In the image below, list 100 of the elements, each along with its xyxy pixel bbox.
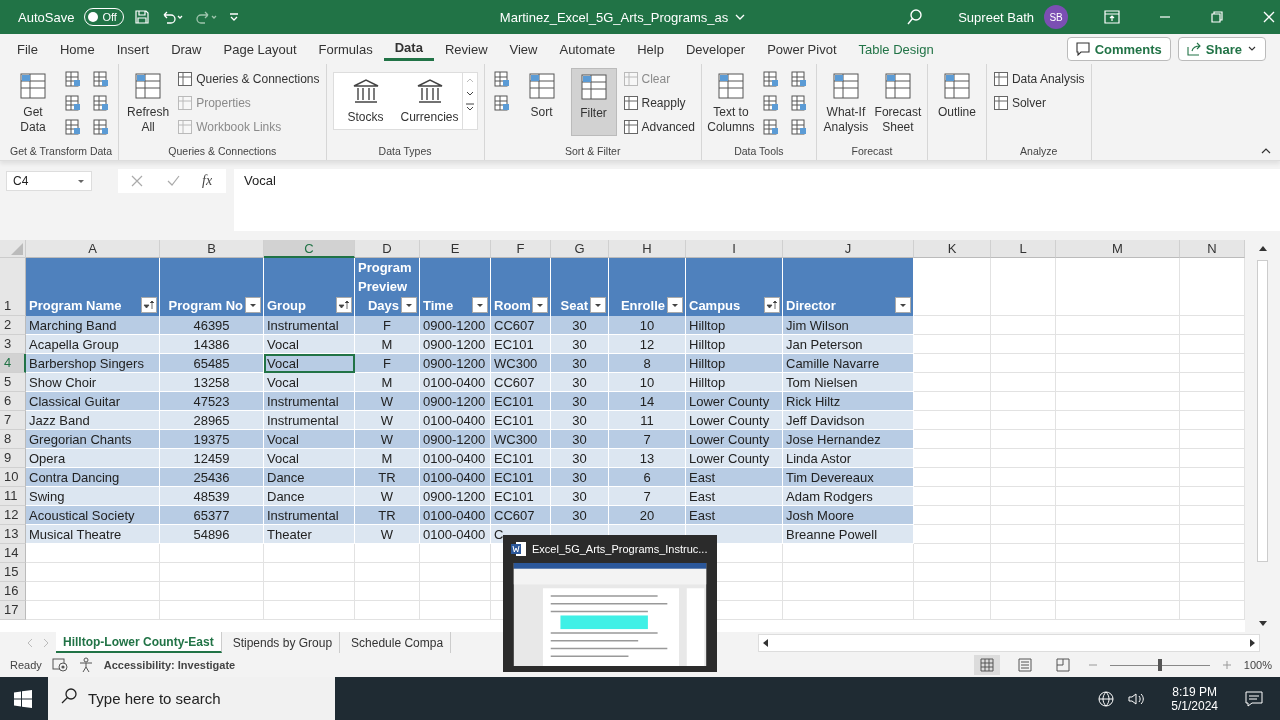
row-header[interactable]: 14 (0, 544, 26, 563)
filter-button[interactable] (141, 297, 157, 313)
share-button[interactable]: Share (1177, 37, 1266, 61)
ribbon-command[interactable]: Filter (570, 68, 617, 136)
row-header[interactable]: 8 (0, 430, 26, 449)
filter-button[interactable] (895, 297, 911, 313)
empty-cell[interactable] (991, 411, 1056, 430)
select-all-icon[interactable] (11, 243, 23, 255)
empty-cell[interactable] (1056, 601, 1180, 620)
normal-view-icon[interactable] (973, 655, 1000, 675)
empty-cell[interactable] (420, 544, 491, 563)
empty-cell[interactable] (1056, 258, 1180, 316)
filter-button[interactable] (590, 297, 606, 313)
empty-cell[interactable] (783, 582, 914, 601)
ribbon-display-icon[interactable] (1104, 10, 1121, 24)
empty-cell[interactable] (991, 335, 1056, 354)
macro-record-icon[interactable] (51, 658, 68, 672)
empty-cell[interactable] (783, 544, 914, 563)
empty-cell[interactable] (160, 601, 264, 620)
redo-icon[interactable] (193, 9, 218, 25)
column-header[interactable]: D (355, 240, 420, 258)
accessibility-status[interactable]: Accessibility: Investigate (103, 659, 236, 671)
ribbon-tab[interactable]: File (6, 36, 49, 62)
ribbon-tab[interactable]: Review (433, 36, 499, 62)
empty-cell[interactable] (914, 563, 991, 582)
column-header[interactable]: C (264, 240, 355, 258)
ribbon-command[interactable]: Advanced (622, 116, 695, 138)
customize-icon[interactable] (227, 11, 240, 23)
filter-button[interactable] (764, 297, 780, 313)
empty-cell[interactable] (1056, 335, 1180, 354)
zoom-level[interactable]: 100% (1243, 659, 1272, 671)
empty-cell[interactable] (1056, 430, 1180, 449)
empty-cell[interactable] (991, 316, 1056, 335)
collapse-ribbon-icon[interactable] (1260, 146, 1272, 156)
ribbon-tab[interactable]: Table Design (847, 36, 945, 62)
search-icon[interactable] (906, 8, 925, 26)
empty-cell[interactable] (991, 525, 1056, 544)
empty-cell[interactable] (1056, 373, 1180, 392)
empty-cell[interactable] (264, 544, 355, 563)
empty-cell[interactable] (420, 582, 491, 601)
column-header[interactable]: M (1056, 240, 1180, 258)
empty-cell[interactable] (914, 601, 991, 620)
accessibility-icon[interactable] (77, 657, 94, 673)
close-icon[interactable] (1262, 10, 1277, 24)
empty-cell[interactable] (1056, 563, 1180, 582)
empty-cell[interactable] (991, 373, 1056, 392)
cancel-icon[interactable] (130, 174, 144, 188)
row-header[interactable]: 17 (0, 601, 26, 620)
empty-cell[interactable] (264, 563, 355, 582)
sheet-tab[interactable]: Hilltop-Lower County-East (56, 632, 222, 653)
user-avatar[interactable]: SB (1044, 5, 1069, 29)
column-header[interactable]: I (686, 240, 783, 258)
row-header[interactable]: 10 (0, 468, 26, 487)
save-icon[interactable] (133, 9, 150, 25)
column-header[interactable]: B (160, 240, 264, 258)
ribbon-tab[interactable]: Developer (674, 36, 757, 62)
restore-icon[interactable] (1210, 10, 1225, 24)
filter-button[interactable] (532, 297, 548, 313)
empty-cell[interactable] (991, 582, 1056, 601)
empty-cell[interactable] (1056, 506, 1180, 525)
ribbon-tab[interactable]: Home (48, 36, 106, 62)
empty-cell[interactable] (160, 582, 264, 601)
empty-cell[interactable] (991, 544, 1056, 563)
row-header[interactable]: 12 (0, 506, 26, 525)
zoom-slider-thumb[interactable] (1157, 658, 1162, 671)
gallery-item[interactable]: Currencies (397, 73, 462, 129)
ribbon-command[interactable]: Queries & Connections (177, 68, 320, 90)
column-header[interactable]: H (609, 240, 686, 258)
ribbon-command[interactable]: What-If Analysis (822, 68, 869, 138)
ribbon-tab[interactable]: Help (626, 36, 675, 62)
row-header[interactable]: 1 (0, 258, 26, 316)
row-header[interactable]: 9 (0, 449, 26, 468)
window-preview-popup[interactable]: Excel_5G_Arts_Programs_Instruc... (503, 535, 717, 672)
empty-cell[interactable] (1056, 449, 1180, 468)
filter-button[interactable] (472, 297, 488, 313)
insert-function-button[interactable]: fx (202, 173, 213, 189)
column-header[interactable]: L (991, 240, 1056, 258)
empty-cell[interactable] (355, 563, 420, 582)
row-header[interactable]: 15 (0, 563, 26, 582)
row-header[interactable]: 13 (0, 525, 26, 544)
empty-cell[interactable] (783, 563, 914, 582)
empty-cell[interactable] (1056, 525, 1180, 544)
network-icon[interactable] (1097, 689, 1116, 708)
ribbon-tab[interactable]: Formulas (307, 36, 384, 62)
empty-cell[interactable] (991, 506, 1056, 525)
ribbon-command[interactable]: Reapply (622, 92, 695, 114)
empty-cell[interactable] (991, 601, 1056, 620)
document-title[interactable]: Martinez_Excel_5G_Arts_Programs_as (499, 9, 729, 25)
name-box[interactable]: C4 (6, 171, 92, 191)
row-header[interactable]: 2 (0, 316, 26, 335)
ribbon-command[interactable]: Solver (992, 92, 1085, 114)
ribbon-tab[interactable]: Power Pivot (756, 36, 848, 62)
column-header[interactable]: F (491, 240, 551, 258)
taskbar-search-field[interactable]: Type here to search (48, 677, 335, 720)
empty-cell[interactable] (914, 582, 991, 601)
empty-cell[interactable] (991, 258, 1056, 316)
zoom-in-icon[interactable] (1221, 660, 1232, 670)
row-header[interactable]: 7 (0, 411, 26, 430)
empty-cell[interactable] (420, 601, 491, 620)
empty-cell[interactable] (355, 544, 420, 563)
